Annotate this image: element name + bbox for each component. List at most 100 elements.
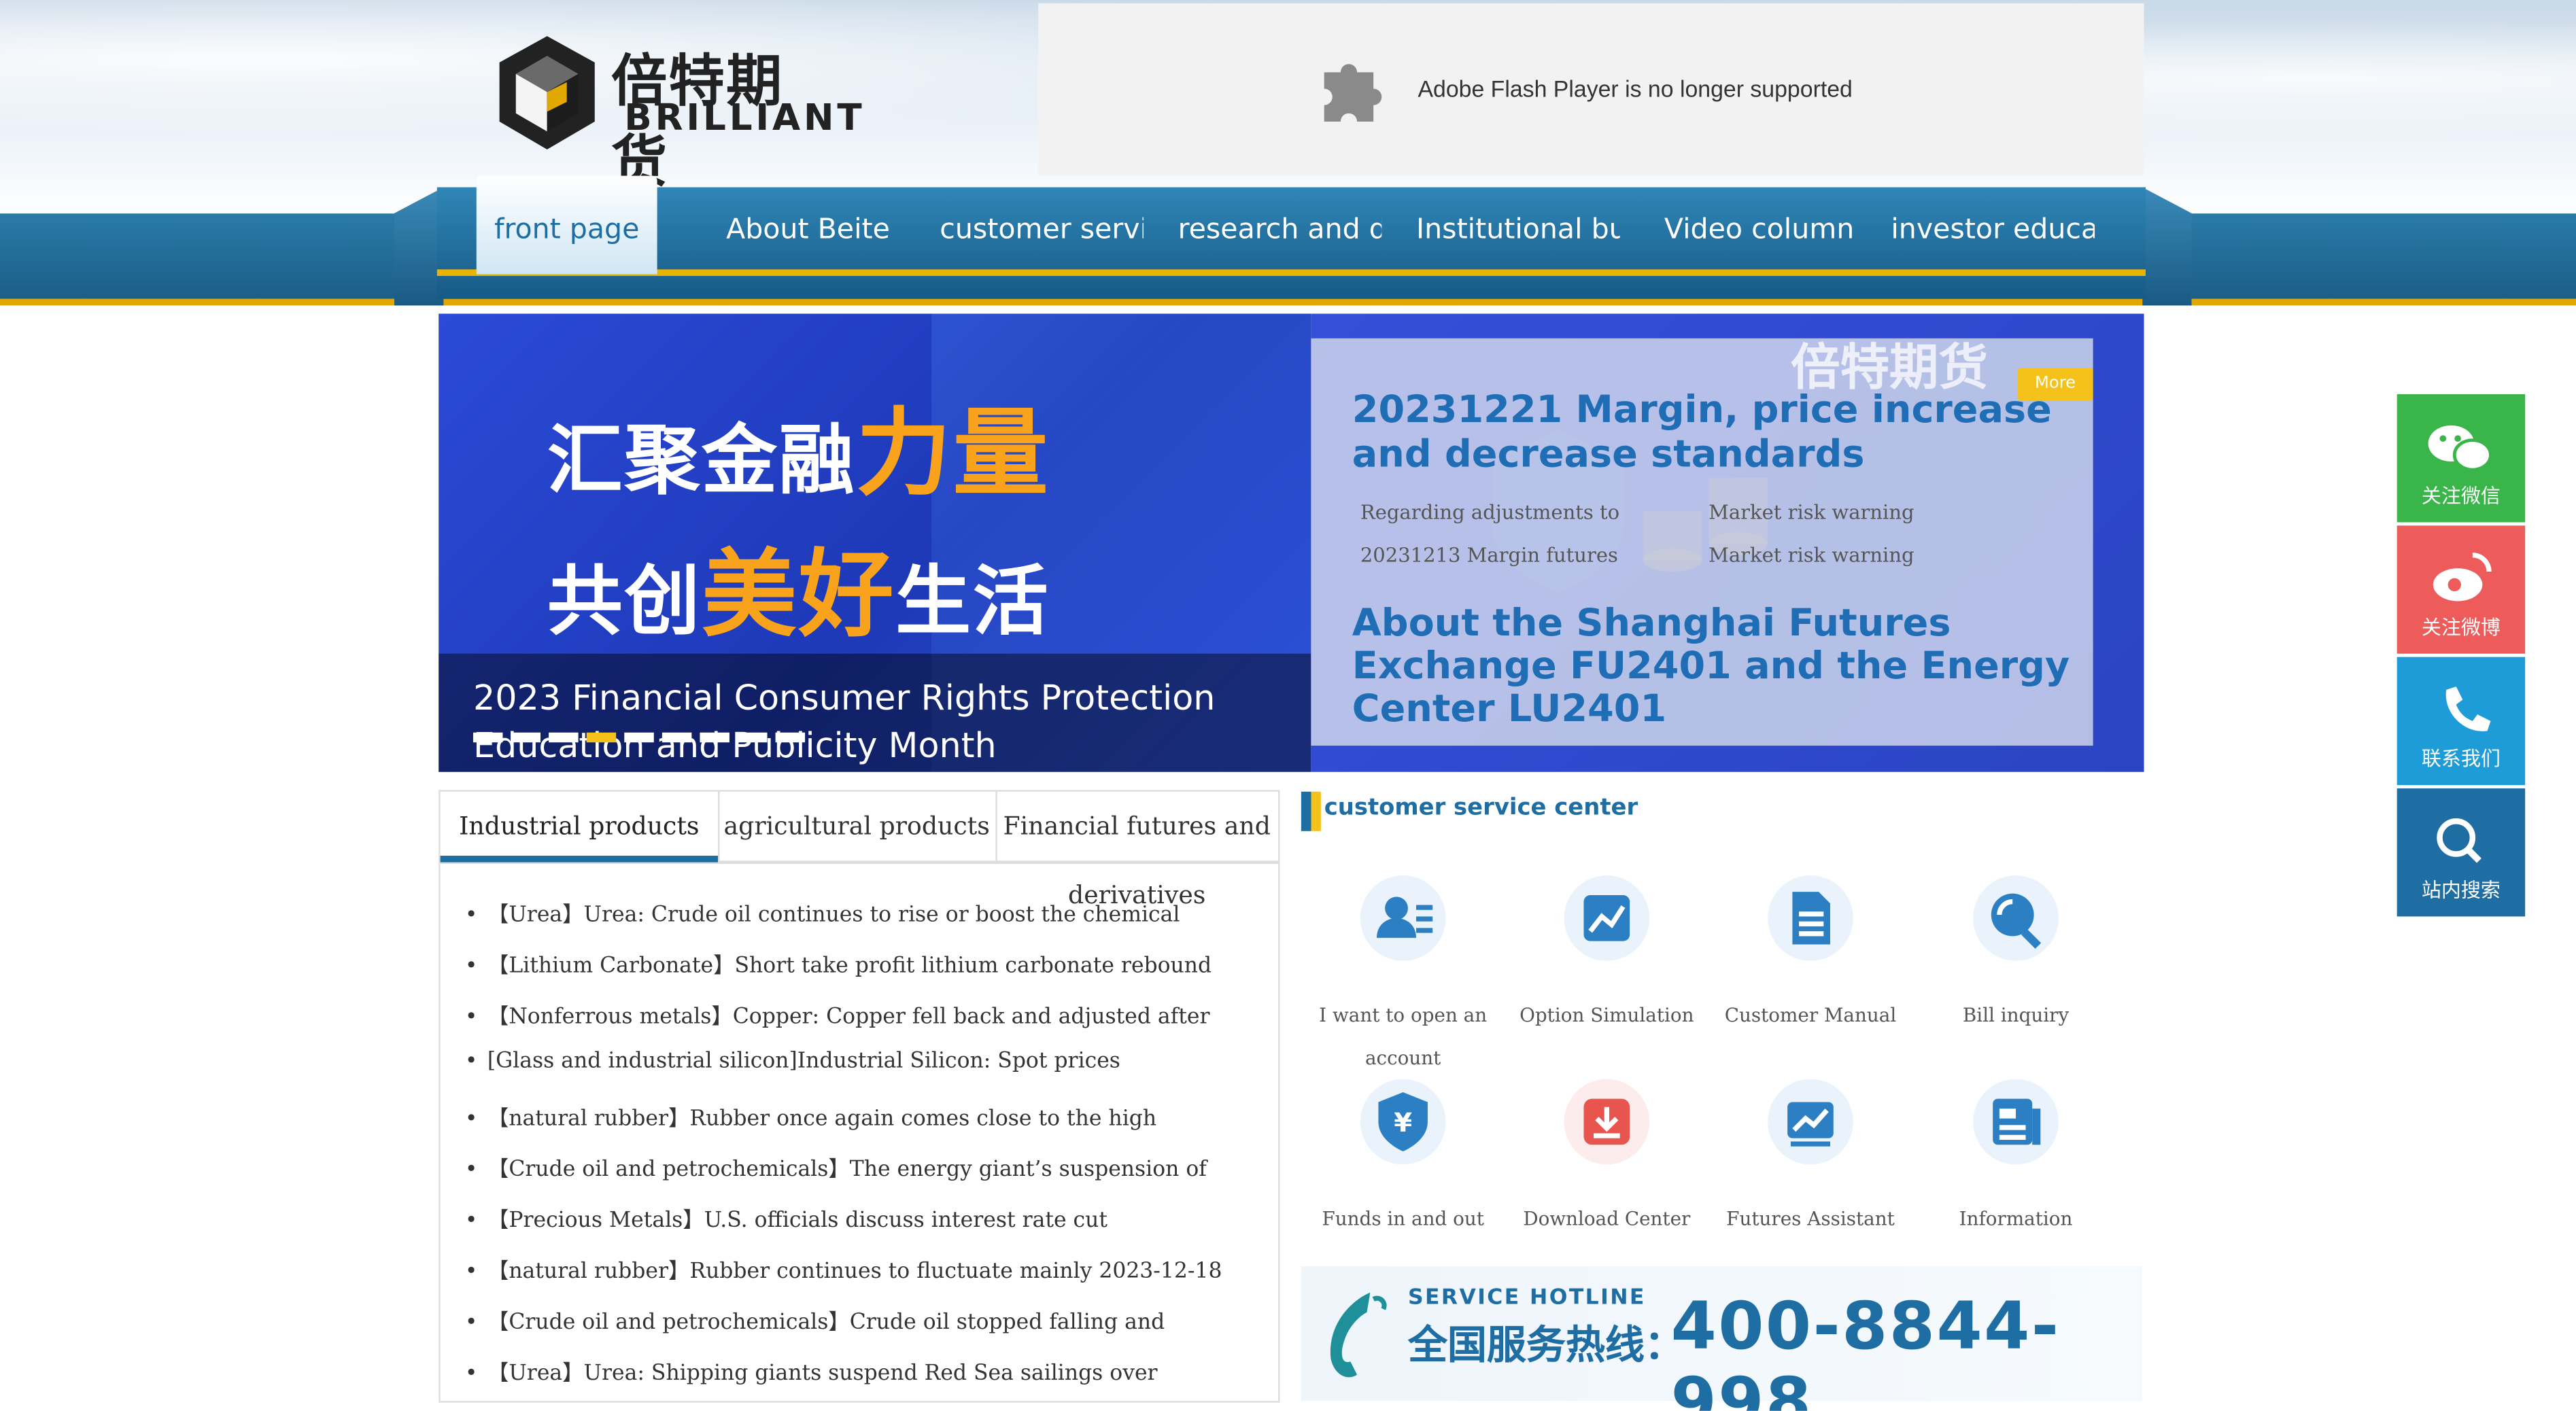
banner-slogan-highlight: 力量 — [855, 397, 1050, 510]
document-icon — [1768, 875, 1853, 961]
download-icon — [1564, 1079, 1650, 1165]
phone-icon — [1330, 1292, 1387, 1378]
service-label: Option Simulation — [1519, 1003, 1694, 1027]
news-subline-2[interactable]: Market risk warning — [1708, 501, 1914, 524]
service-center-title: customer service center — [1324, 795, 1638, 822]
logo-english-text: BRILLIANT — [624, 98, 865, 140]
hotline-english: SERVICE HOTLINE — [1407, 1286, 1646, 1311]
list-item[interactable]: • 【natural rubber】Rubber once again comes… — [465, 1100, 1156, 1132]
tab-industrial-products[interactable]: Industrial products — [441, 791, 720, 861]
carousel-dot[interactable] — [775, 732, 806, 743]
news-headline-1[interactable]: 20231221 Margin, price increase and decr… — [1352, 389, 2075, 478]
list-item-text: 【natural rubber】Rubber continues to fluc… — [487, 1259, 1222, 1285]
banner-slogan-part: 共创 — [547, 557, 702, 646]
nav-item-about[interactable]: About Beite — [726, 187, 923, 273]
float-wechat[interactable]: 关注微信 — [2397, 394, 2526, 523]
search-icon — [2437, 818, 2481, 863]
bullet: • — [464, 1107, 478, 1132]
service-label: Information — [1959, 1207, 2073, 1230]
list-item-text: 【Precious Metals】U.S. officials discuss … — [487, 1208, 1107, 1234]
yuan-shield-icon: ¥ — [1360, 1079, 1446, 1165]
list-item-text: [Glass and industrial silicon]Industrial… — [487, 1049, 1120, 1075]
news-headline-2[interactable]: About the Shanghai Futures Exchange FU24… — [1352, 603, 2075, 731]
weibo-icon — [2433, 553, 2492, 602]
carousel-dot[interactable] — [549, 732, 579, 743]
carousel-dot[interactable] — [624, 732, 654, 743]
list-item-text: 【Urea】Urea: Shipping giants suspend Red … — [487, 1361, 1158, 1387]
float-contact[interactable]: 联系我们 — [2397, 657, 2526, 786]
list-item-text: 【natural rubber】Rubber once again comes … — [487, 1107, 1157, 1132]
service-label: Funds in and out — [1322, 1207, 1484, 1230]
puzzle-piece-icon — [1324, 64, 1382, 122]
service-label: Futures Assistant — [1726, 1207, 1895, 1230]
bullet: • — [464, 954, 478, 979]
float-label: 站内搜索 — [2421, 878, 2501, 902]
bullet: • — [464, 1157, 478, 1183]
banner-slogan-part: 生活 — [895, 557, 1050, 646]
list-item[interactable]: • 【Crude oil and petrochemicals】Crude oil… — [464, 1304, 1165, 1336]
banner-carousel[interactable]: 汇聚金融力量 共创美好生活 2023 Financial Consumer Ri… — [439, 313, 1311, 772]
carousel-dot[interactable] — [511, 732, 541, 743]
logo-cube-icon — [499, 36, 595, 150]
nav-item-customer-service[interactable]: customer servic — [940, 187, 1144, 273]
tab-agricultural-products[interactable]: agricultural products — [718, 791, 997, 861]
banner-slogan-part: 汇聚金融 — [547, 415, 856, 504]
list-item[interactable]: • 【Crude oil and petrochemicals】The energ… — [465, 1151, 1207, 1183]
banner-caption[interactable]: 2023 Financial Consumer Rights Protectio… — [473, 675, 1294, 770]
service-hotline[interactable]: SERVICE HOTLINE 全国服务热线： 400-8844-998 — [1301, 1266, 2143, 1411]
banner-slogan-line1: 汇聚金融力量 — [547, 376, 1050, 514]
bullet: • — [464, 1310, 478, 1336]
nav-item-video[interactable]: Video column — [1664, 187, 1868, 273]
carousel-dot-active[interactable] — [586, 732, 617, 743]
news-subline-4[interactable]: Market risk warning — [1708, 544, 1914, 567]
list-item[interactable]: • 【Precious Metals】U.S. officials discuss… — [465, 1202, 1107, 1234]
carousel-dot[interactable] — [738, 732, 768, 743]
bullet: • — [464, 903, 478, 928]
list-item-text: 【Crude oil and petrochemicals】The energy… — [487, 1157, 1207, 1183]
bullet: • — [464, 1005, 478, 1030]
list-item-text: 【Urea】Urea: Crude oil continues to rise … — [487, 903, 1180, 928]
nav-item-front-page[interactable]: front page — [477, 187, 657, 273]
list-item[interactable]: • 【Urea】Urea: Crude oil continues to rise… — [465, 896, 1180, 928]
tab-label: agricultural products — [723, 811, 990, 841]
bullet: • — [464, 1049, 478, 1075]
float-site-search[interactable]: 站内搜索 — [2397, 788, 2526, 917]
flash-placeholder: Adobe Flash Player is no longer supporte… — [1038, 3, 2144, 176]
page: 倍特期货 BRILLIANT Adobe Flash Player is no … — [0, 0, 2576, 1411]
nav-item-institutional[interactable]: Institutional bu: — [1416, 187, 1620, 273]
float-weibo[interactable]: 关注微博 — [2397, 525, 2526, 654]
tab-financial-futures[interactable]: Financial futures and derivatives — [995, 792, 1278, 910]
list-item-text: 【Crude oil and petrochemicals】Crude oil … — [487, 1310, 1165, 1336]
phone-icon — [2445, 686, 2491, 731]
service-label: Download Center — [1523, 1207, 1691, 1230]
list-item[interactable]: • 【Nonferrous metals】Copper: Copper fell … — [465, 998, 1210, 1030]
carousel-dot[interactable] — [700, 732, 729, 743]
hotline-chinese: 全国服务热线： — [1407, 1322, 1684, 1368]
bullet: • — [464, 1208, 478, 1234]
site-logo[interactable]: 倍特期货 BRILLIANT — [493, 33, 862, 196]
tab-active-indicator — [440, 855, 719, 863]
news-subline-3[interactable]: 20231213 Margin futures — [1360, 544, 1618, 567]
bullet: • — [464, 1259, 478, 1285]
list-item[interactable]: • 【Urea】Urea: Shipping giants suspend Red… — [465, 1355, 1158, 1387]
list-item[interactable]: • [Glass and industrial silicon]Industria… — [465, 1049, 1120, 1074]
svg-text:¥: ¥ — [1394, 1108, 1412, 1138]
nav-item-investor-education[interactable]: investor educat — [1891, 187, 2095, 273]
banner-slogan-line2: 共创美好生活 — [547, 517, 1050, 655]
float-label: 关注微博 — [2421, 616, 2501, 640]
carousel-dot[interactable] — [662, 732, 692, 743]
hotline-number: 400-8844-998 — [1670, 1289, 2061, 1411]
list-item[interactable]: • 【Lithium Carbonate】Short take profit li… — [465, 947, 1212, 979]
banner-slogan-highlight: 美好 — [701, 538, 896, 650]
section-marker — [1301, 791, 1321, 831]
service-label: I want to open an account — [1319, 1003, 1488, 1070]
nav-item-research[interactable]: research and de — [1178, 187, 1382, 273]
news-subline-1[interactable]: Regarding adjustments to — [1360, 501, 1619, 524]
trend-icon — [1768, 1079, 1853, 1165]
list-item[interactable]: • 【natural rubber】Rubber continues to flu… — [464, 1253, 1222, 1285]
carousel-dot[interactable] — [473, 732, 503, 743]
news-watermark: 倍特期货 — [1790, 340, 1988, 398]
service-label: Bill inquiry — [1962, 1003, 2070, 1027]
futures-news-tabs: Industrial products agricultural product… — [439, 790, 1280, 1403]
newspaper-icon — [1973, 1079, 2059, 1165]
